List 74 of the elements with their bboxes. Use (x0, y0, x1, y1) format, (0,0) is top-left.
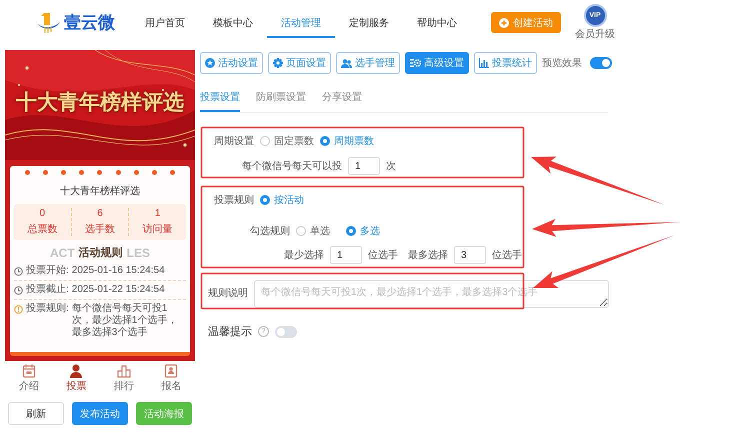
stat-label: 访问量 (142, 222, 173, 236)
stat-label: 选手数 (85, 222, 115, 236)
preview-label: 预览效果 (542, 57, 582, 70)
radio-option[interactable]: 固定票数 (260, 134, 314, 148)
info-icon (14, 305, 23, 314)
unit-label: 位选手 (492, 248, 522, 262)
person-icon (69, 364, 84, 378)
unit-label: 次 (386, 160, 396, 173)
settings-tab[interactable]: 高级设置 (405, 52, 469, 74)
clock-icon (14, 286, 23, 295)
form-icon (164, 364, 178, 378)
votes-input[interactable]: 1 (348, 157, 380, 175)
field-label: 投票规则 (214, 194, 254, 207)
max-input[interactable]: 3 (454, 246, 486, 264)
gear-icon (273, 58, 283, 68)
upgrade-label[interactable]: 会员升级 (575, 27, 615, 41)
settings-tab[interactable]: 选手管理 (336, 52, 400, 74)
sub-tab[interactable]: 分享设置 (322, 86, 362, 112)
nav-link[interactable]: 模板中心 (199, 8, 267, 38)
field-label: 每个微信号每天可以投 (242, 160, 342, 173)
stat-value: 0 (40, 208, 46, 219)
stat-value: 1 (154, 208, 160, 219)
unit-label: 位选手 (368, 248, 398, 262)
watermark-text: LES (126, 246, 150, 260)
clock-icon (14, 267, 23, 276)
settings-tab[interactable]: 页面设置 (268, 52, 331, 74)
bottom-tab[interactable]: 投票 (52, 364, 100, 392)
plus-icon (499, 18, 509, 28)
tips-toggle[interactable] (275, 326, 297, 338)
stat-label: 总票数 (27, 222, 58, 236)
rule-value: 2025-01-16 15:24:54 (72, 265, 165, 277)
rules-title: 活动规则 (78, 246, 123, 260)
settings-icon (410, 58, 421, 68)
nav-link[interactable]: 活动管理 (267, 8, 335, 38)
radio-option[interactable]: 多选 (346, 224, 380, 238)
radio-option[interactable]: 单选 (296, 224, 330, 238)
card-title: 十大青年榜样评选 (59, 184, 141, 198)
bar-chart-icon (479, 58, 489, 68)
radio-option[interactable]: 按活动 (260, 193, 304, 207)
star-icon (205, 58, 215, 68)
sub-tab[interactable]: 防刷票设置 (256, 86, 306, 112)
radio-option[interactable]: 周期票数 (320, 134, 374, 148)
brand-name: 壹云微 (64, 12, 115, 34)
bottom-tab[interactable]: 报名 (148, 364, 195, 392)
settings-tab[interactable]: 活动设置 (200, 52, 263, 74)
tips-label: 温馨提示 (208, 325, 252, 339)
rule-label: 投票开始: (26, 265, 69, 277)
field-label: 周期设置 (214, 134, 254, 148)
nav-link[interactable]: 定制服务 (335, 8, 403, 38)
field-label: 规则说明 (208, 287, 248, 300)
people-icon (341, 58, 352, 68)
nav-link[interactable]: 用户首页 (131, 8, 199, 38)
sub-tab[interactable]: 投票设置 (200, 86, 240, 112)
nav-link[interactable]: 帮助中心 (403, 8, 471, 38)
rule-label: 投票截止: (26, 284, 69, 296)
field-label: 勾选规则 (250, 224, 290, 238)
stat-value: 6 (97, 208, 103, 219)
action-button[interactable]: 发布活动 (72, 402, 128, 425)
calendar-icon (22, 364, 36, 378)
field-label: 最多选择 (408, 248, 448, 262)
watermark-text: ACT (50, 246, 75, 260)
banner-title: 十大青年榜样评选 (15, 90, 185, 116)
settings-tab[interactable]: 投票统计 (474, 52, 537, 74)
rule-label: 投票规则: (26, 303, 69, 315)
podium-icon (116, 364, 131, 378)
preview-toggle[interactable] (590, 57, 612, 69)
bottom-tab[interactable]: 排行 (100, 364, 148, 392)
rule-value: 2025-01-22 15:24:54 (72, 284, 165, 296)
bottom-tab[interactable]: 介绍 (5, 364, 52, 392)
logo-icon (35, 10, 61, 34)
rule-value: 每个微信号每天可投1次，最少选择1个选手，最多选择3个选手 (72, 303, 178, 339)
min-input[interactable]: 1 (330, 246, 362, 264)
action-button[interactable]: 刷新 (8, 402, 64, 425)
field-label: 最少选择 (284, 248, 324, 262)
